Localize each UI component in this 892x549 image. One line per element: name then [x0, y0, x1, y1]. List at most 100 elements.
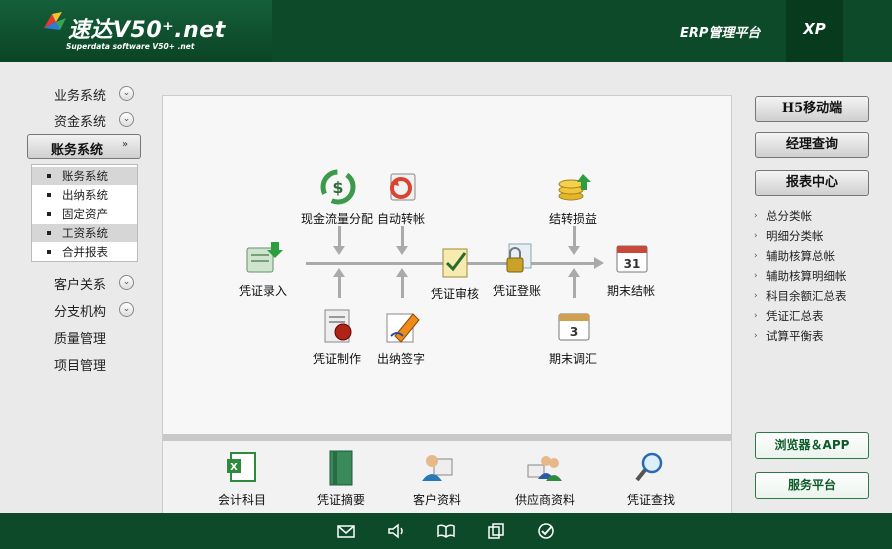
- arrow-up-icon: [568, 268, 580, 277]
- logo-subtitle: Superdata software V50+ .net: [66, 42, 195, 51]
- caret-right-icon: ›: [754, 291, 758, 301]
- report-item-detail-ledger[interactable]: › 明细分类帐: [754, 226, 884, 246]
- report-item-balance-summary[interactable]: › 科目余额汇总表: [754, 286, 884, 306]
- flow-label: 凭证录入: [238, 284, 287, 298]
- report-label: 凭证汇总表: [766, 309, 824, 323]
- report-center-button[interactable]: 报表中心: [755, 170, 869, 196]
- report-item-aux-detail[interactable]: › 辅助核算明细帐: [754, 266, 884, 286]
- subnav-label: 账务系统: [62, 169, 108, 183]
- spreadsheet-icon: X: [227, 452, 256, 482]
- quick-links-bar: X 会计科目 凭证摘要 客户资料 供应商资料 凭证查找: [163, 441, 731, 513]
- nav-item-accounting-active[interactable]: 账务系统 »: [27, 134, 141, 159]
- flow-node-auto-transfer[interactable]: 自动转帐: [361, 166, 441, 244]
- quick-link-label: 会计科目: [217, 493, 266, 507]
- report-label: 试算平衡表: [766, 329, 824, 343]
- logo-area: 速达V50⁺.net Superdata software V50+ .net: [0, 0, 272, 62]
- voucher-audit-icon: [442, 248, 468, 278]
- flow-label: 出纳签字: [376, 352, 425, 366]
- auto-transfer-icon: [390, 173, 416, 201]
- chevron-down-icon[interactable]: ⌄: [119, 86, 134, 101]
- subnav-item-fixed-assets[interactable]: 固定资产: [32, 205, 137, 223]
- nav-item-business[interactable]: 业务系统: [54, 85, 106, 105]
- bullet-icon: [47, 231, 51, 235]
- flow-label: 结转损益: [548, 212, 597, 226]
- nav-item-projects[interactable]: 项目管理: [54, 355, 106, 375]
- quick-link-label: 供应商资料: [514, 493, 575, 507]
- subnav-label: 工资系统: [62, 226, 108, 240]
- report-item-voucher-summary[interactable]: › 凭证汇总表: [754, 306, 884, 326]
- documents-icon[interactable]: [486, 521, 506, 541]
- nav-item-quality[interactable]: 质量管理: [54, 328, 106, 348]
- flow-node-carry-profit[interactable]: 结转损益: [533, 166, 613, 244]
- caret-right-icon: ›: [754, 271, 758, 281]
- book-icon[interactable]: [436, 521, 456, 541]
- arrow-down-icon: [333, 246, 345, 255]
- service-platform-button[interactable]: 服务平台: [755, 472, 869, 499]
- subnav-item-cashier[interactable]: 出纳系统: [32, 186, 137, 204]
- flow-node-voucher-post[interactable]: 凭证登账: [477, 238, 557, 316]
- nav-item-funds[interactable]: 资金系统: [54, 111, 106, 131]
- footer-bar: [0, 513, 892, 549]
- platform-label: ERP管理平台: [680, 26, 761, 41]
- calendar-icon: 3: [558, 313, 590, 341]
- pen-sign-icon: [386, 313, 420, 343]
- subnav-label: 合并报表: [62, 245, 108, 259]
- subnav-label: 出纳系统: [62, 188, 108, 202]
- h5-mobile-button[interactable]: H5移动端: [755, 96, 869, 122]
- binder-icon: [329, 450, 353, 486]
- workflow-diagram: 凭证录入 $ 现金流量分配 自动转帐 凭证审核 凭证登账 结转损益 31 期末结…: [163, 96, 731, 434]
- flow-node-period-adjust[interactable]: 3 期末调汇: [533, 306, 613, 384]
- logo-title: 速达V50⁺.net: [68, 18, 226, 43]
- edition-label: XP: [803, 20, 826, 38]
- subnav-item-payroll[interactable]: 工资系统: [32, 224, 137, 242]
- nav-item-branches[interactable]: 分支机构: [54, 301, 106, 321]
- report-label: 总分类帐: [766, 209, 812, 223]
- arrow-up-icon: [396, 268, 408, 277]
- quick-link-voucher-search[interactable]: 凭证查找: [606, 449, 696, 509]
- quick-link-suppliers[interactable]: 供应商资料: [500, 449, 590, 509]
- subnav-item-accounting[interactable]: 账务系统: [32, 167, 137, 185]
- chevron-down-icon[interactable]: ⌄: [119, 112, 134, 127]
- nav-item-crm[interactable]: 客户关系: [54, 274, 106, 294]
- report-label: 辅助核算总帐: [766, 249, 835, 263]
- quick-link-summary[interactable]: 凭证摘要: [296, 449, 386, 509]
- edition-tab[interactable]: XP: [786, 0, 843, 62]
- quick-link-label: 凭证查找: [626, 493, 675, 507]
- svg-text:3: 3: [570, 325, 578, 339]
- flow-line: [401, 276, 404, 298]
- caret-right-icon: ›: [754, 331, 758, 341]
- report-list: › 总分类帐 › 明细分类帐 › 辅助核算总帐 › 辅助核算明细帐 › 科目余额汇总表 ›…: [754, 206, 884, 346]
- report-item-general-ledger[interactable]: › 总分类帐: [754, 206, 884, 226]
- svg-text:$: $: [332, 178, 343, 197]
- subnav-item-consolidated[interactable]: 合并报表: [32, 243, 137, 261]
- coins-icon: [558, 174, 591, 201]
- caret-right-icon: ›: [754, 251, 758, 261]
- report-label: 科目余额汇总表: [766, 289, 847, 303]
- flow-node-period-close[interactable]: 31 期末结帐: [591, 238, 671, 316]
- magnifier-icon: [635, 452, 663, 482]
- arrow-up-icon: [333, 268, 345, 277]
- quick-link-customers[interactable]: 客户资料: [392, 449, 482, 509]
- mail-icon[interactable]: [336, 521, 356, 541]
- svg-text:31: 31: [624, 257, 641, 271]
- manager-query-button[interactable]: 经理查询: [755, 132, 869, 158]
- quick-link-accounts[interactable]: X 会计科目: [197, 449, 287, 509]
- flow-line: [573, 276, 576, 298]
- subnav-label: 固定资产: [62, 207, 108, 221]
- chevron-down-icon[interactable]: ⌄: [119, 302, 134, 317]
- bullet-icon: [47, 250, 51, 254]
- browser-app-button[interactable]: 浏览器＆APP: [755, 432, 869, 459]
- person-card-icon: [422, 455, 453, 481]
- calendar-icon: 31: [616, 245, 648, 273]
- flow-node-cashier-sign[interactable]: 出纳签字: [361, 306, 441, 384]
- speaker-icon[interactable]: [386, 521, 406, 541]
- report-item-aux-general[interactable]: › 辅助核算总帐: [754, 246, 884, 266]
- workflow-panel: 凭证录入 $ 现金流量分配 自动转帐 凭证审核 凭证登账 结转损益 31 期末结…: [162, 95, 732, 513]
- chevron-down-icon[interactable]: ⌄: [119, 275, 134, 290]
- check-icon[interactable]: [536, 521, 556, 541]
- flow-node-voucher-entry[interactable]: 凭证录入: [223, 238, 303, 316]
- flow-label: 凭证登账: [492, 284, 541, 298]
- arrow-down-icon: [568, 246, 580, 255]
- bullet-icon: [47, 174, 51, 178]
- report-item-trial-balance[interactable]: › 试算平衡表: [754, 326, 884, 346]
